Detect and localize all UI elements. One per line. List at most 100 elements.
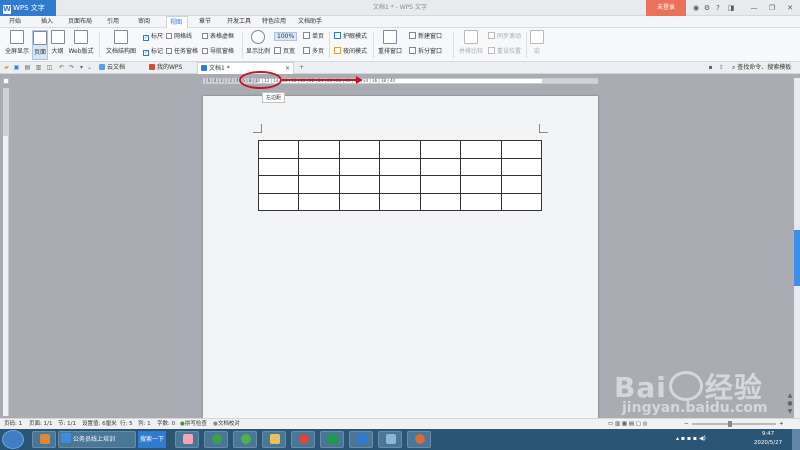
help-icon[interactable]: ?: [713, 3, 723, 13]
tab-dev-tools[interactable]: 开发工具: [227, 16, 251, 28]
tab-special[interactable]: 特色应用: [262, 16, 286, 28]
taskbar-app3[interactable]: [407, 431, 431, 448]
new-tab-icon[interactable]: +: [297, 63, 306, 72]
table-cell[interactable]: [257, 175, 300, 194]
table-cell[interactable]: [419, 175, 462, 194]
task-pane-checkbox[interactable]: 任务窗格: [166, 46, 198, 57]
table-cell[interactable]: [419, 192, 462, 211]
nav-pane-checkbox[interactable]: 导航窗格: [202, 46, 234, 57]
table-cell[interactable]: [500, 192, 543, 211]
tab-chapter[interactable]: 章节: [199, 16, 211, 28]
full-screen-button[interactable]: 全屏显示: [3, 30, 31, 60]
macro-button[interactable]: 宏: [529, 30, 545, 60]
table-cell[interactable]: [298, 175, 340, 194]
select-browse-icon[interactable]: ●: [786, 400, 794, 408]
table-cell[interactable]: [460, 192, 502, 211]
zoom-in-icon[interactable]: +: [779, 419, 784, 429]
side-by-side-button[interactable]: 并排比较: [457, 30, 485, 60]
table-cell[interactable]: [298, 157, 340, 176]
outline-view-button[interactable]: 大纲: [50, 30, 65, 60]
table-cell[interactable]: [500, 140, 543, 159]
tab-start[interactable]: 开始: [9, 16, 21, 28]
doctab-cloud[interactable]: 云文档: [96, 62, 141, 74]
show-desktop-button[interactable]: [792, 429, 800, 450]
table-cell[interactable]: [460, 157, 502, 176]
restore-icon[interactable]: ❐: [767, 3, 777, 13]
page-width-button[interactable]: 页宽: [274, 46, 295, 57]
taskbar-wps-sheet[interactable]: [320, 431, 344, 448]
table-cell[interactable]: [500, 157, 543, 176]
reset-position-button[interactable]: 重设位置: [488, 46, 521, 57]
status-words[interactable]: 字数: 0: [157, 419, 175, 429]
taskbar-browser-window[interactable]: 公务员线上培训: [58, 431, 136, 448]
table-cell[interactable]: [257, 192, 300, 211]
taskbar-search-button[interactable]: 搜索一下: [138, 431, 166, 448]
zoom-button[interactable]: 显示比例: [245, 30, 271, 60]
print-preview-icon[interactable]: ▥: [34, 63, 43, 72]
taskbar-wps-writer[interactable]: [349, 431, 373, 448]
table-cell[interactable]: [419, 157, 462, 176]
taskbar-browser2[interactable]: [204, 431, 228, 448]
taskbar-explorer[interactable]: [262, 431, 286, 448]
tab-reference[interactable]: 引用: [107, 16, 119, 28]
marks-checkbox[interactable]: ✓ 标记: [143, 46, 163, 57]
close-tab-icon[interactable]: ✕: [285, 63, 290, 75]
table-cell[interactable]: [500, 175, 543, 194]
doctab-mywps[interactable]: 我的WPS: [146, 62, 194, 74]
table-cell[interactable]: [338, 192, 381, 211]
tab-review[interactable]: 审阅: [138, 16, 150, 28]
minimize-icon[interactable]: —: [749, 3, 759, 13]
start-button[interactable]: [2, 430, 24, 449]
table-cell[interactable]: [257, 157, 300, 176]
vertical-scrollbar[interactable]: [794, 78, 800, 418]
zoom-out-icon[interactable]: −: [684, 419, 689, 429]
table-cell[interactable]: [338, 157, 381, 176]
taskbar-app2[interactable]: [378, 431, 402, 448]
tab-view[interactable]: 视图: [166, 16, 188, 28]
next-page-icon[interactable]: ▼: [786, 408, 794, 416]
view-mode-icons[interactable]: ▭ ▥ ▦ ▤ ▢ ◎: [608, 419, 648, 429]
multi-page-button[interactable]: 多页: [303, 46, 324, 57]
doc-check-button[interactable]: ●文档校对: [213, 419, 240, 429]
close-icon[interactable]: ✕: [785, 3, 795, 13]
command-search[interactable]: ⌕ 查找命令、搜索模板: [732, 62, 791, 74]
table-cell[interactable]: [338, 175, 381, 194]
taskbar-chrome[interactable]: [291, 431, 315, 448]
table-cell[interactable]: [338, 140, 381, 159]
prev-page-icon[interactable]: ▲: [786, 392, 794, 400]
sync-scroll-button[interactable]: 同步滚动: [488, 31, 521, 42]
tab-doc-assistant[interactable]: 文档助手: [298, 16, 322, 28]
table-cell[interactable]: [298, 140, 340, 159]
open-folder-icon[interactable]: ▰: [2, 63, 11, 72]
one-page-button[interactable]: 单页: [303, 31, 324, 42]
eye-mode-button[interactable]: 护眼模式: [334, 31, 367, 42]
tab-page-layout[interactable]: 页面布局: [68, 16, 92, 28]
arrange-window-button[interactable]: 重排窗口: [376, 30, 404, 60]
feedback-icon[interactable]: ▪: [706, 63, 715, 72]
table-cell[interactable]: [379, 157, 421, 176]
doc-structure-button[interactable]: 文档结构图: [103, 30, 139, 60]
table-cell[interactable]: [379, 140, 421, 159]
table-cell[interactable]: [419, 140, 462, 159]
taskbar-app-store[interactable]: [32, 431, 56, 448]
table-cell[interactable]: [460, 140, 502, 159]
split-window-button[interactable]: 拆分窗口: [409, 46, 442, 57]
zoom-100-button[interactable]: 100%: [274, 31, 298, 42]
undo-icon[interactable]: ↶: [57, 63, 66, 72]
taskbar-360[interactable]: [233, 431, 257, 448]
page-view-button[interactable]: 页面: [32, 30, 48, 60]
ruler-corner[interactable]: [3, 78, 9, 84]
table-gridlines-checkbox[interactable]: 表格虚框: [202, 31, 234, 42]
save-icon[interactable]: ▣: [12, 63, 21, 72]
night-mode-button[interactable]: 夜间模式: [334, 46, 367, 57]
gridlines-checkbox[interactable]: 网格线: [166, 31, 192, 42]
table-cell[interactable]: [257, 140, 300, 159]
print-icon[interactable]: ▤: [23, 63, 32, 72]
format-painter-icon[interactable]: ◫: [45, 63, 54, 72]
ruler-checkbox[interactable]: ✓ 标尺: [143, 31, 163, 42]
zoom-slider[interactable]: [692, 421, 776, 427]
web-view-button[interactable]: Web版式: [67, 30, 95, 60]
chevron-down-icon[interactable]: ⌄: [85, 63, 94, 72]
new-window-button[interactable]: 新建窗口: [409, 31, 442, 42]
user-icon[interactable]: ◉: [691, 3, 701, 13]
